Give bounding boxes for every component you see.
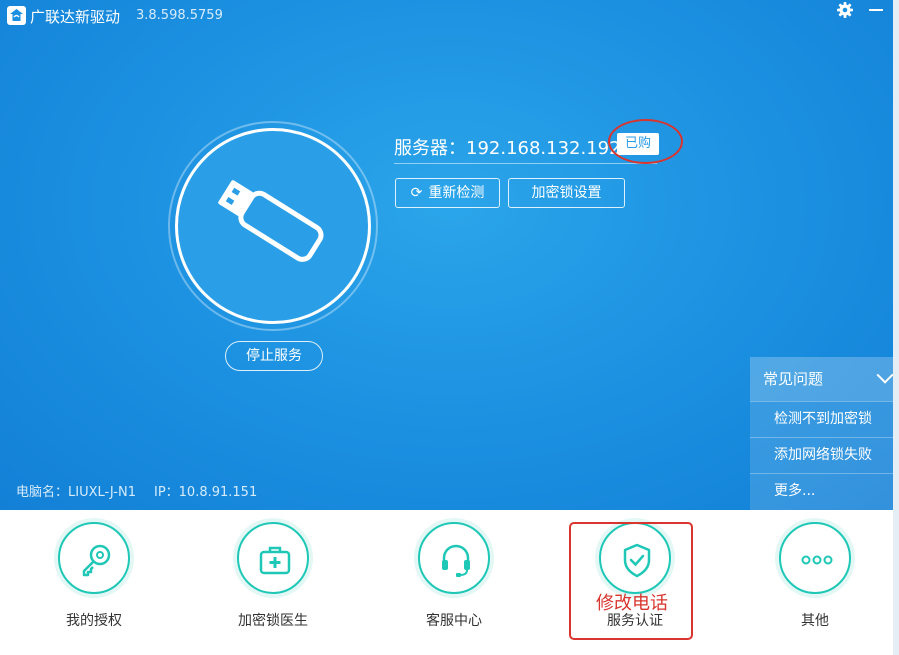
chevron-down-icon[interactable] — [876, 366, 894, 384]
nav-label: 加密锁医生 — [238, 613, 308, 629]
computer-name: 电脑名：LIUXL-J-N1 — [16, 485, 136, 500]
dongle-settings-button[interactable]: 加密锁设置 — [508, 178, 625, 208]
server-label: 服务器： — [394, 138, 466, 159]
server-ip: 192.168.132.192 — [466, 138, 621, 159]
annotation-ellipse — [608, 119, 683, 164]
app-title: 广联达新驱动 — [30, 8, 121, 26]
faq-item-network-lock-fail[interactable]: 添加网络锁失败 — [750, 437, 899, 473]
title-bar: 广联达新驱动 3.8.598.5759 — [0, 0, 899, 34]
server-info: 服务器：192.168.132.192 — [394, 134, 621, 160]
redetect-button[interactable]: ⟳ 重新检测 — [395, 178, 500, 208]
annotation-rect — [569, 522, 693, 640]
headset-icon — [442, 544, 470, 577]
divider — [394, 163, 657, 164]
app-version: 3.8.598.5759 — [136, 8, 223, 23]
key-icon — [82, 544, 111, 577]
medical-kit-icon — [259, 546, 291, 575]
more-dots-icon — [801, 555, 833, 565]
gld-logo-icon — [7, 6, 26, 25]
window-edge — [893, 0, 899, 655]
redetect-label: 重新检测 — [428, 185, 485, 201]
main-panel: 广联达新驱动 3.8.598.5759 停止服务 服务器：192.168.132… — [0, 0, 899, 510]
usb-dongle-icon — [205, 168, 335, 282]
faq-header[interactable]: 常见问题 — [750, 357, 899, 401]
annotation-text: 修改电话 — [596, 593, 668, 614]
pc-info: 电脑名：LIUXL-J-N1 IP：10.8.91.151 — [16, 481, 275, 500]
faq-panel: 常见问题 检测不到加密锁 添加网络锁失败 更多... — [750, 357, 899, 510]
nav-label: 客服中心 — [426, 613, 482, 629]
stop-service-button[interactable]: 停止服务 — [225, 341, 323, 371]
computer-ip: IP：10.8.91.151 — [153, 485, 258, 500]
refresh-icon: ⟳ — [410, 185, 423, 201]
faq-item-more[interactable]: 更多... — [750, 473, 899, 509]
nav-label: 我的授权 — [66, 613, 122, 629]
faq-title: 常见问题 — [763, 370, 824, 388]
faq-item-no-dongle[interactable]: 检测不到加密锁 — [750, 401, 899, 437]
nav-label: 其他 — [801, 613, 829, 629]
gear-icon[interactable] — [836, 1, 854, 19]
minimize-icon[interactable] — [869, 9, 883, 11]
